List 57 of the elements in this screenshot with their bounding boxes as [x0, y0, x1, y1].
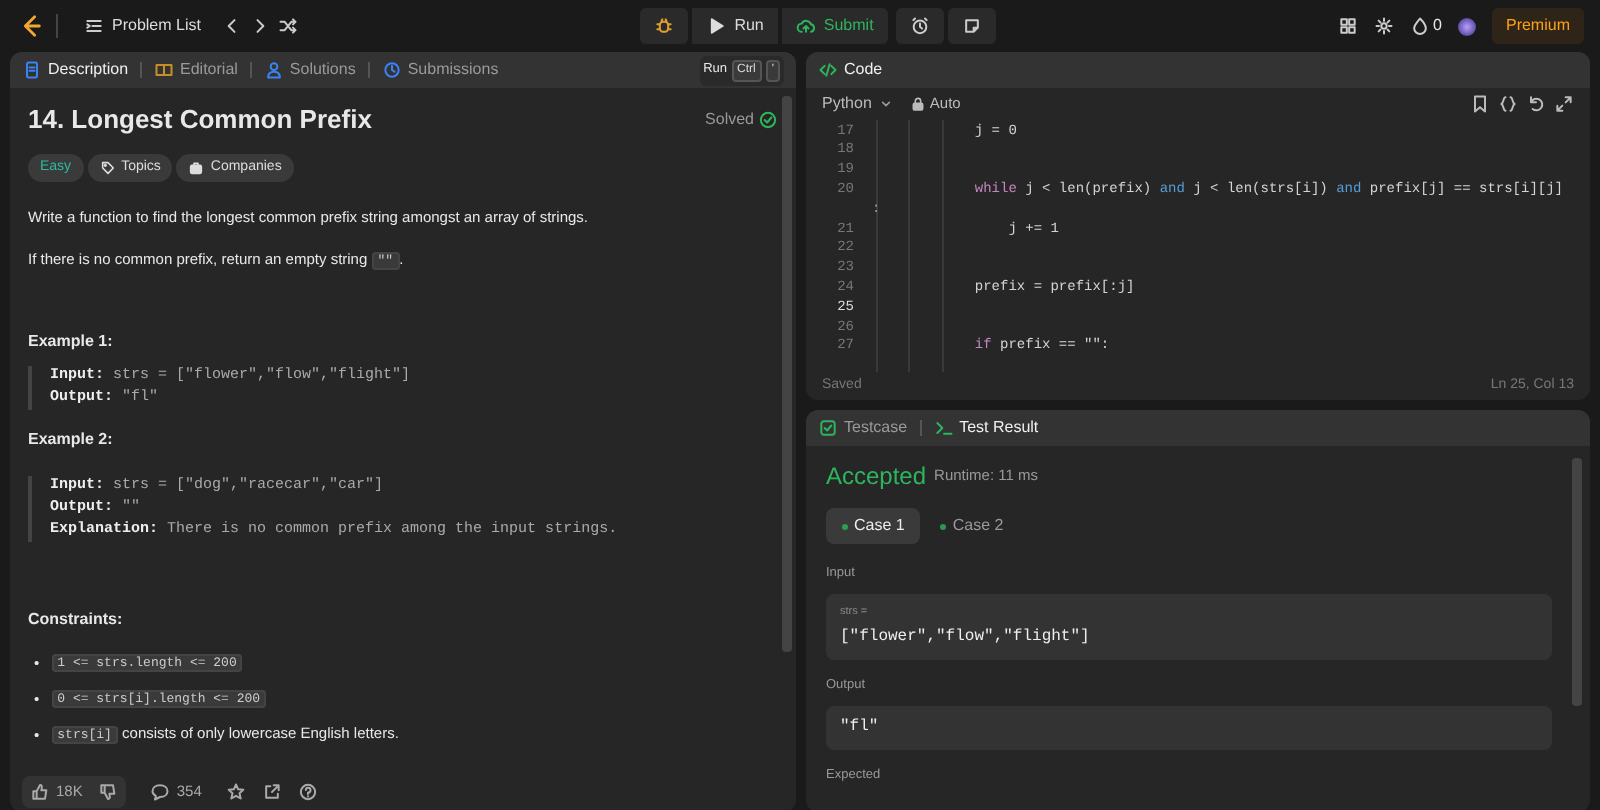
submit-button[interactable]: Submit	[781, 8, 888, 44]
briefcase-icon	[188, 159, 205, 176]
problem-title: 14. Longest Common Prefix	[28, 104, 372, 136]
share-icon[interactable]	[261, 781, 282, 802]
tab[interactable]: Testcase	[818, 416, 908, 440]
bug-icon	[654, 16, 675, 36]
verdict-text: Accepted	[826, 462, 927, 491]
book-icon	[154, 60, 175, 80]
terminal-icon	[933, 418, 954, 438]
case-tab[interactable]: Case 2	[924, 508, 1020, 545]
caret-icon	[877, 96, 894, 112]
note-icon	[961, 16, 982, 36]
tab[interactable]: Submissions	[381, 58, 499, 82]
run-button[interactable]: Run	[692, 8, 778, 44]
tab[interactable]: Solutions	[263, 58, 356, 82]
braces-icon[interactable]	[1498, 94, 1518, 114]
checkbox-icon	[818, 418, 838, 438]
example-heading: Example 2:	[28, 428, 115, 453]
thumbs-up-icon	[30, 781, 50, 802]
star-icon[interactable]	[225, 781, 246, 802]
problem-list-button[interactable]: Problem List	[70, 8, 215, 44]
timer-button[interactable]	[895, 8, 944, 44]
example-heading: Example 1:	[28, 330, 115, 355]
cloud-upload-icon	[795, 16, 816, 36]
code-icon	[818, 60, 838, 80]
reset-icon[interactable]	[1526, 94, 1546, 114]
help-icon[interactable]	[297, 781, 318, 802]
premium-button[interactable]: Premium	[1491, 8, 1584, 44]
debug-button[interactable]	[640, 8, 689, 44]
comment-icon	[150, 781, 171, 802]
tab[interactable]: Test Result	[933, 416, 1039, 440]
grid-icon[interactable]	[1337, 16, 1358, 36]
alarm-icon	[909, 16, 930, 36]
bookmark-icon[interactable]	[1470, 94, 1490, 114]
streak-count: 0	[1433, 14, 1442, 38]
tag-icon	[99, 159, 116, 176]
check-circle-icon	[758, 109, 778, 130]
tab[interactable]: Description	[22, 58, 129, 82]
language-dropdown[interactable]: Python	[822, 92, 894, 116]
list-icon	[84, 16, 104, 36]
avatar[interactable]	[1457, 17, 1476, 35]
tab[interactable]: Code	[818, 58, 883, 82]
shuffle-icon[interactable]	[278, 16, 299, 36]
notes-button[interactable]	[947, 8, 996, 44]
lock-icon	[909, 96, 926, 112]
expand-icon[interactable]	[1554, 94, 1574, 114]
value-box: "fl"	[826, 706, 1552, 751]
tab[interactable]: Editorial	[154, 58, 238, 82]
thumbs-down-icon	[98, 781, 119, 802]
history-icon	[381, 60, 402, 80]
user-icon	[263, 60, 284, 80]
document-icon	[22, 60, 42, 80]
settings-icon[interactable]	[1373, 16, 1394, 36]
constraints-heading: Constraints:	[28, 608, 125, 633]
case-tab[interactable]: Case 1	[826, 508, 921, 545]
play-icon	[706, 16, 727, 36]
solved-status: Solved	[705, 107, 754, 132]
